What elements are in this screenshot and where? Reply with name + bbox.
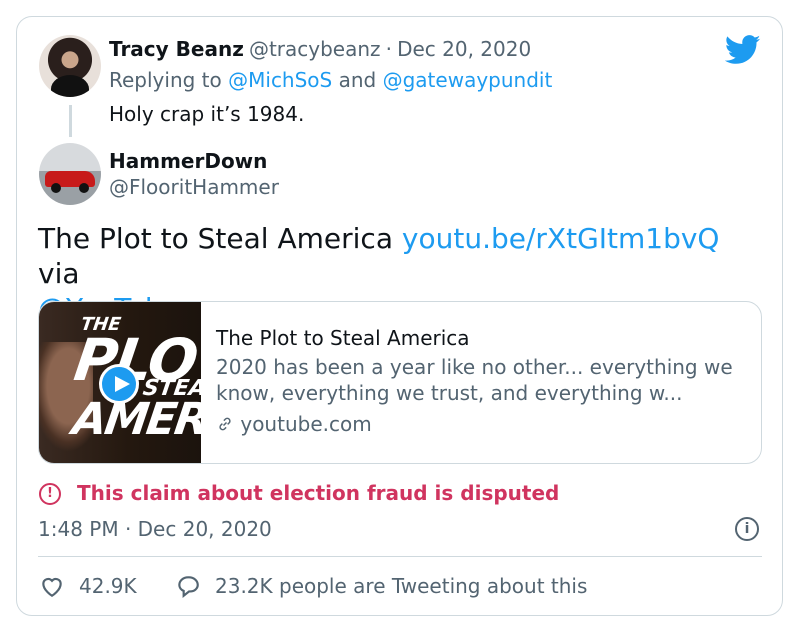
reply-author-name[interactable]: Tracy Beanz	[109, 37, 244, 61]
info-icon[interactable]: i	[735, 517, 759, 541]
replying-and: and	[338, 68, 377, 92]
link-preview-card[interactable]: THE PLO STEAL AMERI The Plot to Steal Am…	[38, 301, 762, 464]
disputed-claim-label[interactable]: This claim about election fraud is dispu…	[77, 481, 559, 505]
tracy-beanz-avatar[interactable]	[39, 35, 101, 97]
hammerdown-avatar[interactable]	[39, 143, 101, 205]
separator-dot: ·	[385, 37, 392, 61]
alert-circle-icon: !	[39, 483, 61, 505]
reply-text: Holy crap it’s 1984.	[109, 102, 305, 126]
tweet-text-body: The Plot to Steal America	[38, 222, 393, 255]
reply-author-handle[interactable]: @tracybeanz	[249, 37, 381, 61]
replying-user-michsos[interactable]: @MichSoS	[228, 68, 332, 92]
twitter-bird-icon[interactable]	[724, 35, 761, 65]
link-card-title: The Plot to Steal America	[216, 326, 470, 350]
video-thumbnail[interactable]: THE PLO STEAL AMERI	[39, 302, 201, 463]
tweet-text-via: via	[38, 257, 80, 290]
divider	[38, 556, 762, 557]
play-icon[interactable]	[99, 364, 139, 404]
link-card-domain: youtube.com	[216, 412, 372, 436]
link-icon	[219, 417, 231, 431]
like-count[interactable]: 42.9K	[79, 574, 137, 598]
tweet-embed-card: Tracy Beanz @tracybeanz · Dec 20, 2020 R…	[16, 16, 783, 616]
replying-to: Replying to @MichSoS and @gatewaypundit	[109, 68, 552, 92]
reply-date[interactable]: Dec 20, 2020	[397, 37, 531, 61]
tweeting-about-count[interactable]: 23.2K people are Tweeting about this	[215, 574, 587, 598]
tweet-youtube-link[interactable]: youtu.be/rXtGItm1bvQ	[402, 222, 720, 255]
tweet-author-handle[interactable]: @FlooritHammer	[109, 175, 279, 199]
link-card-domain-text: youtube.com	[240, 412, 372, 436]
heart-icon[interactable]	[39, 574, 65, 598]
replying-user-gatewaypundit[interactable]: @gatewaypundit	[383, 68, 553, 92]
replying-prefix: Replying to	[109, 68, 222, 92]
link-card-description: 2020 has been a year like no other... ev…	[216, 355, 733, 405]
tweet-author-name[interactable]: HammerDown	[109, 149, 267, 173]
reply-header: Tracy Beanz @tracybeanz · Dec 20, 2020	[109, 37, 531, 61]
thumb-text-america: AMERI	[69, 394, 201, 445]
tweet-timestamp[interactable]: 1:48 PM · Dec 20, 2020	[38, 517, 272, 541]
reply-bubble-icon[interactable]	[175, 574, 201, 598]
thread-connector-line	[69, 105, 72, 137]
